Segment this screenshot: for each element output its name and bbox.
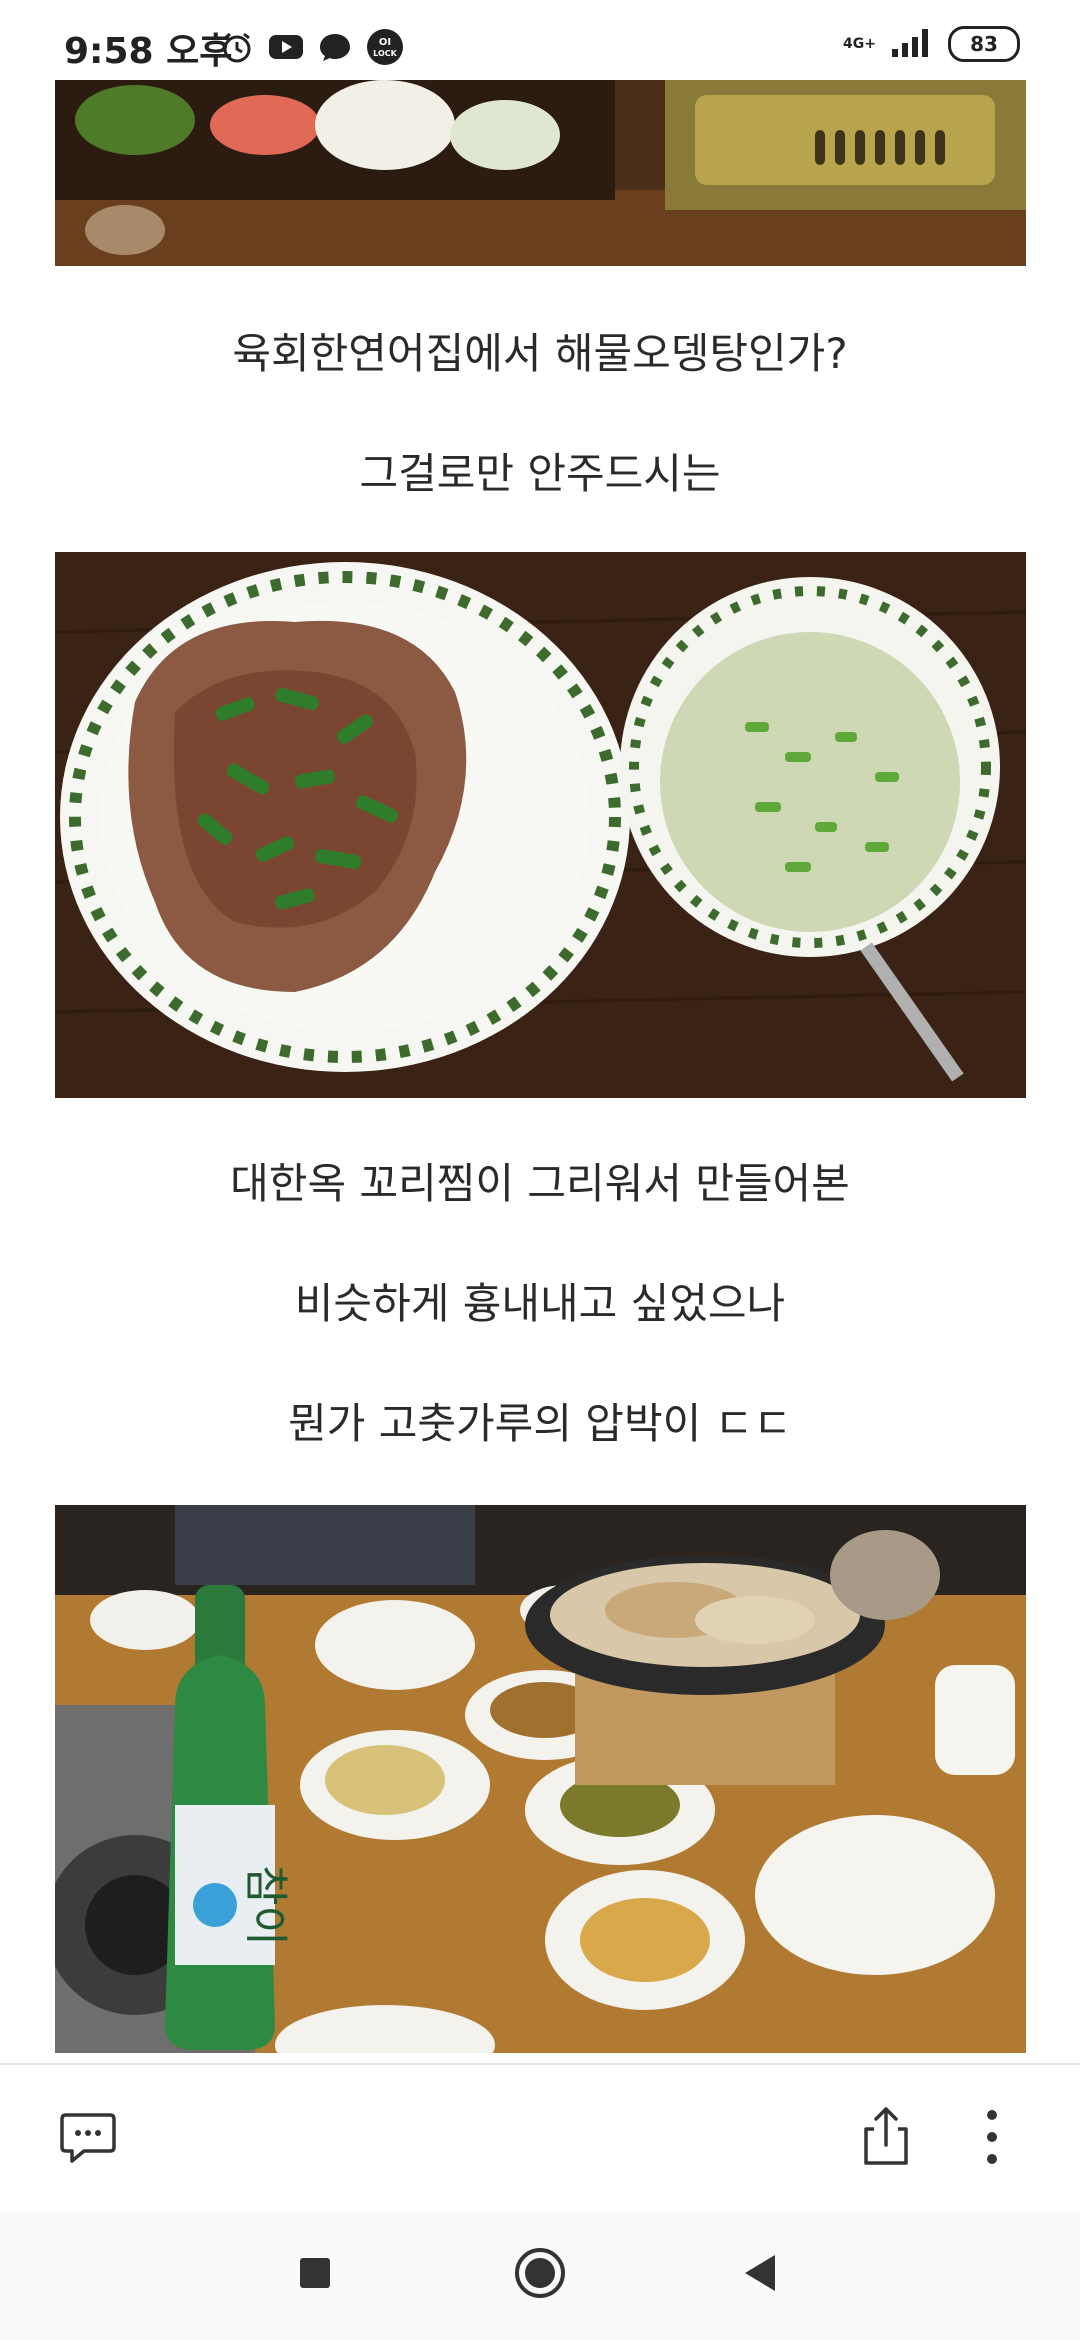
caption-1: 육회한연어집에서 해물오뎅탕인가? (232, 329, 848, 378)
recent-apps-button[interactable] (285, 2245, 345, 2305)
system-navigation-bar (0, 2211, 1080, 2340)
status-notification-icons: OI LOCK (220, 28, 404, 70)
network-label: 4G+ (843, 36, 876, 52)
oi-lock-icon: OI LOCK (366, 28, 404, 70)
svg-text:LOCK: LOCK (373, 49, 397, 58)
bottom-toolbar (0, 2063, 1080, 2213)
battery-indicator: 83 (948, 26, 1020, 62)
signal-icon (890, 27, 934, 61)
home-button[interactable] (510, 2245, 570, 2305)
status-bar: 9:58 오후 OI LOCK 4G+ 83 (0, 0, 1080, 80)
food-photo-sashimi-grill (55, 80, 1026, 266)
back-button[interactable] (730, 2245, 790, 2305)
chat-icon (318, 31, 352, 67)
more-options-button[interactable] (960, 2107, 1024, 2171)
caption-2: 그걸로만 안주드시는 (359, 449, 721, 498)
caption-3: 대한옥 꼬리찜이 그리워서 만들어본 (230, 1159, 850, 1208)
svg-text:OI: OI (379, 37, 391, 48)
caption-4: 비슷하게 흉내내고 싶었으나 (294, 1279, 786, 1328)
share-icon (858, 2105, 914, 2173)
alarm-icon (220, 30, 254, 68)
share-button[interactable] (854, 2107, 918, 2171)
comment-button[interactable] (56, 2107, 120, 2171)
svg-text:참이: 참이 (240, 1865, 291, 1946)
food-photo-table-soju: 참이 (55, 1505, 1026, 2053)
more-vertical-icon (982, 2107, 1002, 2171)
comment-icon (58, 2109, 118, 2169)
youtube-icon (268, 33, 304, 65)
home-icon (513, 2246, 567, 2304)
recent-apps-icon (298, 2256, 332, 2294)
status-system-icons: 4G+ 83 (843, 26, 1020, 62)
post-content[interactable]: 육회한연어집에서 해물오뎅탕인가? 그걸로만 안주드시는 대한옥 꼬리찜이 그리… (0, 80, 1080, 2063)
status-time: 9:58 오후 (64, 31, 233, 72)
back-icon (741, 2253, 779, 2297)
caption-5: 뭔가 고춧가루의 압박이 ㄷㄷ (288, 1399, 792, 1448)
food-photo-oxtail-and-soup (55, 552, 1026, 1098)
